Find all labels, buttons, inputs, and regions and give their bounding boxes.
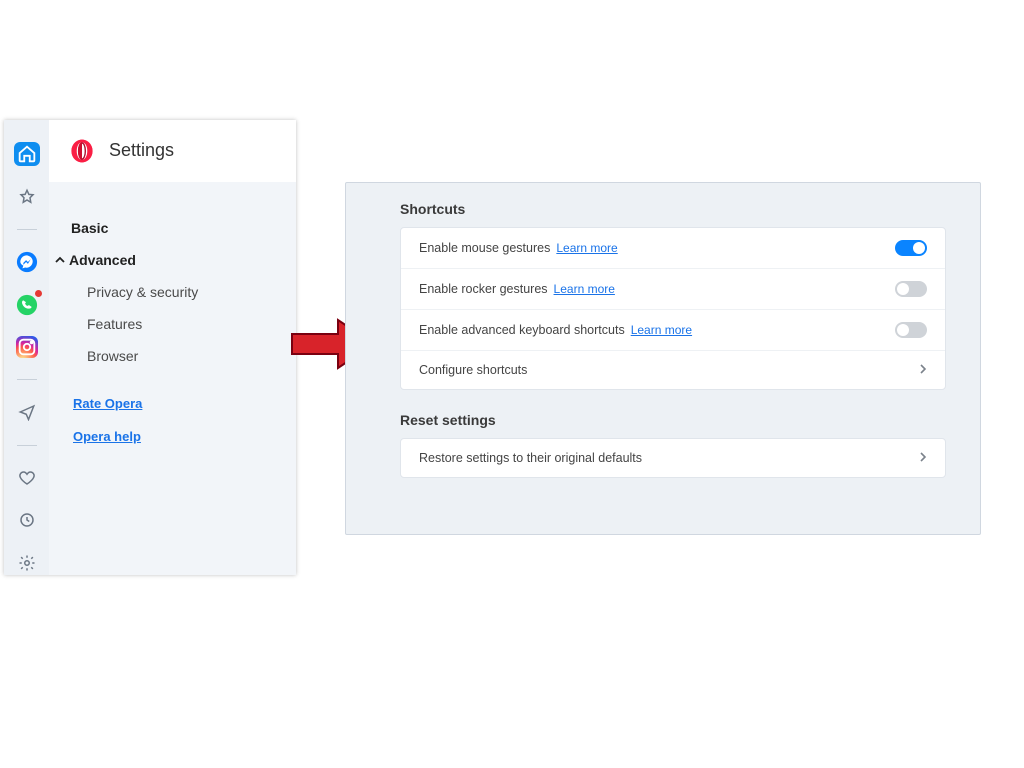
nav-features[interactable]: Features xyxy=(87,308,296,340)
chevron-up-icon xyxy=(55,252,69,268)
mouse-gestures-label: Enable mouse gestures xyxy=(419,241,550,255)
settings-nav: Basic Advanced Privacy & security Featur… xyxy=(49,182,296,575)
whatsapp-icon[interactable] xyxy=(14,292,40,316)
configure-shortcuts-label: Configure shortcuts xyxy=(419,363,527,377)
restore-defaults-label: Restore settings to their original defau… xyxy=(419,451,642,465)
restore-defaults-row[interactable]: Restore settings to their original defau… xyxy=(401,439,945,477)
send-icon[interactable] xyxy=(14,400,40,424)
gear-icon[interactable] xyxy=(14,551,40,575)
clock-icon[interactable] xyxy=(14,508,40,532)
messenger-icon[interactable] xyxy=(14,250,40,274)
opera-logo-icon xyxy=(69,138,95,164)
page-title: Settings xyxy=(109,140,174,161)
nav-advanced-label: Advanced xyxy=(69,252,136,268)
reset-card: Restore settings to their original defau… xyxy=(400,438,946,478)
reset-section-title: Reset settings xyxy=(400,412,946,428)
configure-shortcuts-row[interactable]: Configure shortcuts xyxy=(401,351,945,389)
chevron-right-icon xyxy=(919,451,927,465)
rail-divider xyxy=(17,229,37,230)
row-rocker-gestures: Enable rocker gestures Learn more xyxy=(401,269,945,310)
rail-divider xyxy=(17,379,37,380)
settings-header: Settings xyxy=(49,120,296,182)
nav-advanced[interactable]: Advanced xyxy=(71,244,296,276)
home-icon[interactable] xyxy=(14,142,40,166)
settings-sidebar-panel: Settings Basic Advanced Privacy & securi… xyxy=(4,120,296,575)
nav-basic[interactable]: Basic xyxy=(71,212,296,244)
star-icon[interactable] xyxy=(14,184,40,208)
chevron-right-icon xyxy=(919,363,927,377)
mouse-gestures-learn-more-link[interactable]: Learn more xyxy=(556,241,617,255)
heart-icon[interactable] xyxy=(14,466,40,490)
keyboard-shortcuts-label: Enable advanced keyboard shortcuts xyxy=(419,323,625,337)
nav-browser[interactable]: Browser xyxy=(87,340,296,372)
rocker-gestures-toggle[interactable] xyxy=(895,281,927,297)
opera-help-link[interactable]: Opera help xyxy=(73,423,296,450)
nav-privacy-security[interactable]: Privacy & security xyxy=(87,276,296,308)
icon-rail xyxy=(4,120,49,575)
shortcuts-card: Enable mouse gestures Learn more Enable … xyxy=(400,227,946,390)
rocker-gestures-label: Enable rocker gestures xyxy=(419,282,548,296)
instagram-icon[interactable] xyxy=(14,335,40,359)
row-mouse-gestures: Enable mouse gestures Learn more xyxy=(401,228,945,269)
rate-opera-link[interactable]: Rate Opera xyxy=(73,390,296,417)
notification-dot xyxy=(35,290,42,297)
mouse-gestures-toggle[interactable] xyxy=(895,240,927,256)
shortcuts-section-title: Shortcuts xyxy=(400,201,946,217)
row-keyboard-shortcuts: Enable advanced keyboard shortcuts Learn… xyxy=(401,310,945,351)
rocker-gestures-learn-more-link[interactable]: Learn more xyxy=(554,282,615,296)
keyboard-shortcuts-learn-more-link[interactable]: Learn more xyxy=(631,323,692,337)
settings-detail-panel: Shortcuts Enable mouse gestures Learn mo… xyxy=(345,182,981,535)
settings-pane: Settings Basic Advanced Privacy & securi… xyxy=(49,120,296,575)
keyboard-shortcuts-toggle[interactable] xyxy=(895,322,927,338)
rail-divider xyxy=(17,445,37,446)
